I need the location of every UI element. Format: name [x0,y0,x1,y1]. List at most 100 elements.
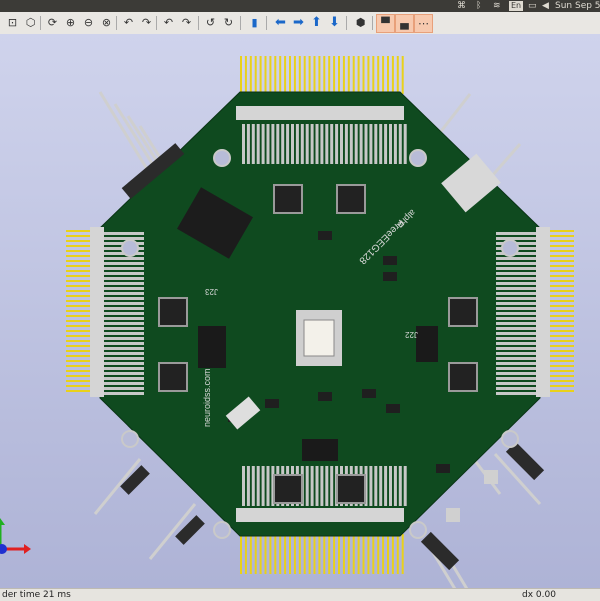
bottom-pad [398,466,402,506]
right-pad [496,352,536,355]
render-dotted-icon[interactable]: ⋯ [414,14,433,33]
left-pad [104,287,144,290]
orthographic-icon[interactable]: ⬢ [352,14,369,31]
mounting-hole [213,149,231,167]
flip-board-icon[interactable]: ▮ [246,14,263,31]
view-3d-icon[interactable]: ⬡ [22,14,39,31]
bottom-pad [379,466,383,506]
zoom-fit-icon[interactable]: ⊗ [98,14,115,31]
top-header-pin [401,56,404,94]
bottom-pad [369,466,373,506]
bottom-header-pin [264,534,267,574]
left-pad [104,257,144,260]
qfn-chip [338,476,364,502]
bottom-header-pin [259,534,262,574]
top-pad [261,124,265,164]
tactile-button [446,508,460,522]
top-header-pin [396,56,399,94]
move-down-icon[interactable]: ⬇ [326,14,343,31]
bluetooth-icon[interactable]: ᛒ [476,0,481,12]
smd-component [362,389,376,398]
right-pad [496,257,536,260]
top-header-pin [244,56,247,94]
battery-icon[interactable]: ▭ [528,0,537,12]
left-pad [104,282,144,285]
left-pad [104,272,144,275]
rotate-x-reverse-icon[interactable]: ↷ [138,14,155,31]
top-pad [344,124,348,164]
top-pad [291,124,294,164]
header-bottom-mid [302,439,338,461]
bottom-pad [242,466,245,506]
bottom-header-pin [240,534,242,574]
bottom-header-pin [274,534,277,574]
right-pad [496,347,536,350]
bottom-pad [403,466,407,506]
bottom-header-pin [328,534,331,574]
move-left-icon[interactable]: ⬅ [272,14,289,31]
right-pad [496,277,536,280]
keyboard-layout-indicator[interactable]: En [509,1,524,11]
volume-icon[interactable]: ◀ [542,0,549,12]
top-header-pin [313,56,316,94]
right-pad [496,307,536,310]
silkscreen-ref-j22: J22 [405,330,418,339]
bottom-pad [325,466,329,506]
rotate-y-reverse-icon[interactable]: ↷ [178,14,195,31]
left-pad [104,342,144,345]
left-pad [104,277,144,280]
zoom-in-icon[interactable]: ⊕ [62,14,79,31]
bottom-header-pin [249,534,252,574]
bottom-pad [310,466,314,506]
top-pad [384,124,388,164]
top-pad [276,124,280,164]
top-header-pin [240,56,242,94]
top-header-pin [274,56,277,94]
left-pad [104,312,144,315]
refresh-icon[interactable]: ⟳ [44,14,61,31]
left-pad [104,337,144,340]
left-pad [104,352,144,355]
zoom-out-icon[interactable]: ⊖ [80,14,97,31]
top-connector-housing [236,106,404,120]
rotate-y-icon[interactable]: ↶ [160,14,177,31]
render-top-icon[interactable]: ▀ [376,14,395,33]
bottom-header-pin [377,534,380,574]
gamepad-icon[interactable]: ⌘ [457,0,466,12]
left-pad [104,232,144,235]
top-pad [364,124,368,164]
bottom-header-pin [289,534,291,574]
right-pad [496,357,536,360]
clock[interactable]: Sun Sep 5 20 [555,0,600,12]
right-connector-housing [536,227,550,397]
top-header-pin [249,56,252,94]
rotate-z-icon[interactable]: ↺ [202,14,219,31]
bottom-header-pin [323,534,326,574]
3d-viewport[interactable]: FreeEEG128 alpha neuroidss.com J23 J22 [0,34,600,588]
top-header-pin [352,56,355,94]
system-top-bar: ⌘ ᛒ ≋ En ▭ ◀ Sun Sep 5 20 [0,0,600,12]
left-pad [104,302,144,305]
right-pad [496,302,536,305]
top-header-pin [308,56,311,94]
tactile-button [484,470,498,484]
move-right-icon[interactable]: ➡ [290,14,307,31]
left-pad [104,262,144,265]
top-header-pin [279,56,282,94]
pcb-3d-render: FreeEEG128 alpha neuroidss.com J23 J22 [0,56,574,588]
move-up-icon[interactable]: ⬆ [308,14,325,31]
zoom-select-icon[interactable]: ⊡ [4,14,21,31]
mounting-hole [409,149,427,167]
render-bottom-icon[interactable]: ▄ [395,14,414,33]
main-toolbar: ⊡ ⬡ ⟳ ⊕ ⊖ ⊗ ↶ ↷ ↶ ↷ ↺ ↻ ▮ ⬅ ➡ ⬆ ⬇ ⬢ ▀ ▄ … [0,12,600,35]
rotate-z-reverse-icon[interactable]: ↻ [220,14,237,31]
smd-component [386,404,400,413]
wifi-icon[interactable]: ≋ [493,0,501,12]
top-pad [320,124,324,164]
rotate-x-icon[interactable]: ↶ [120,14,137,31]
bottom-pad [256,466,260,506]
left-pad [104,322,144,325]
top-pad [374,124,378,164]
qfn-chip [450,364,476,390]
right-pad [496,232,536,235]
